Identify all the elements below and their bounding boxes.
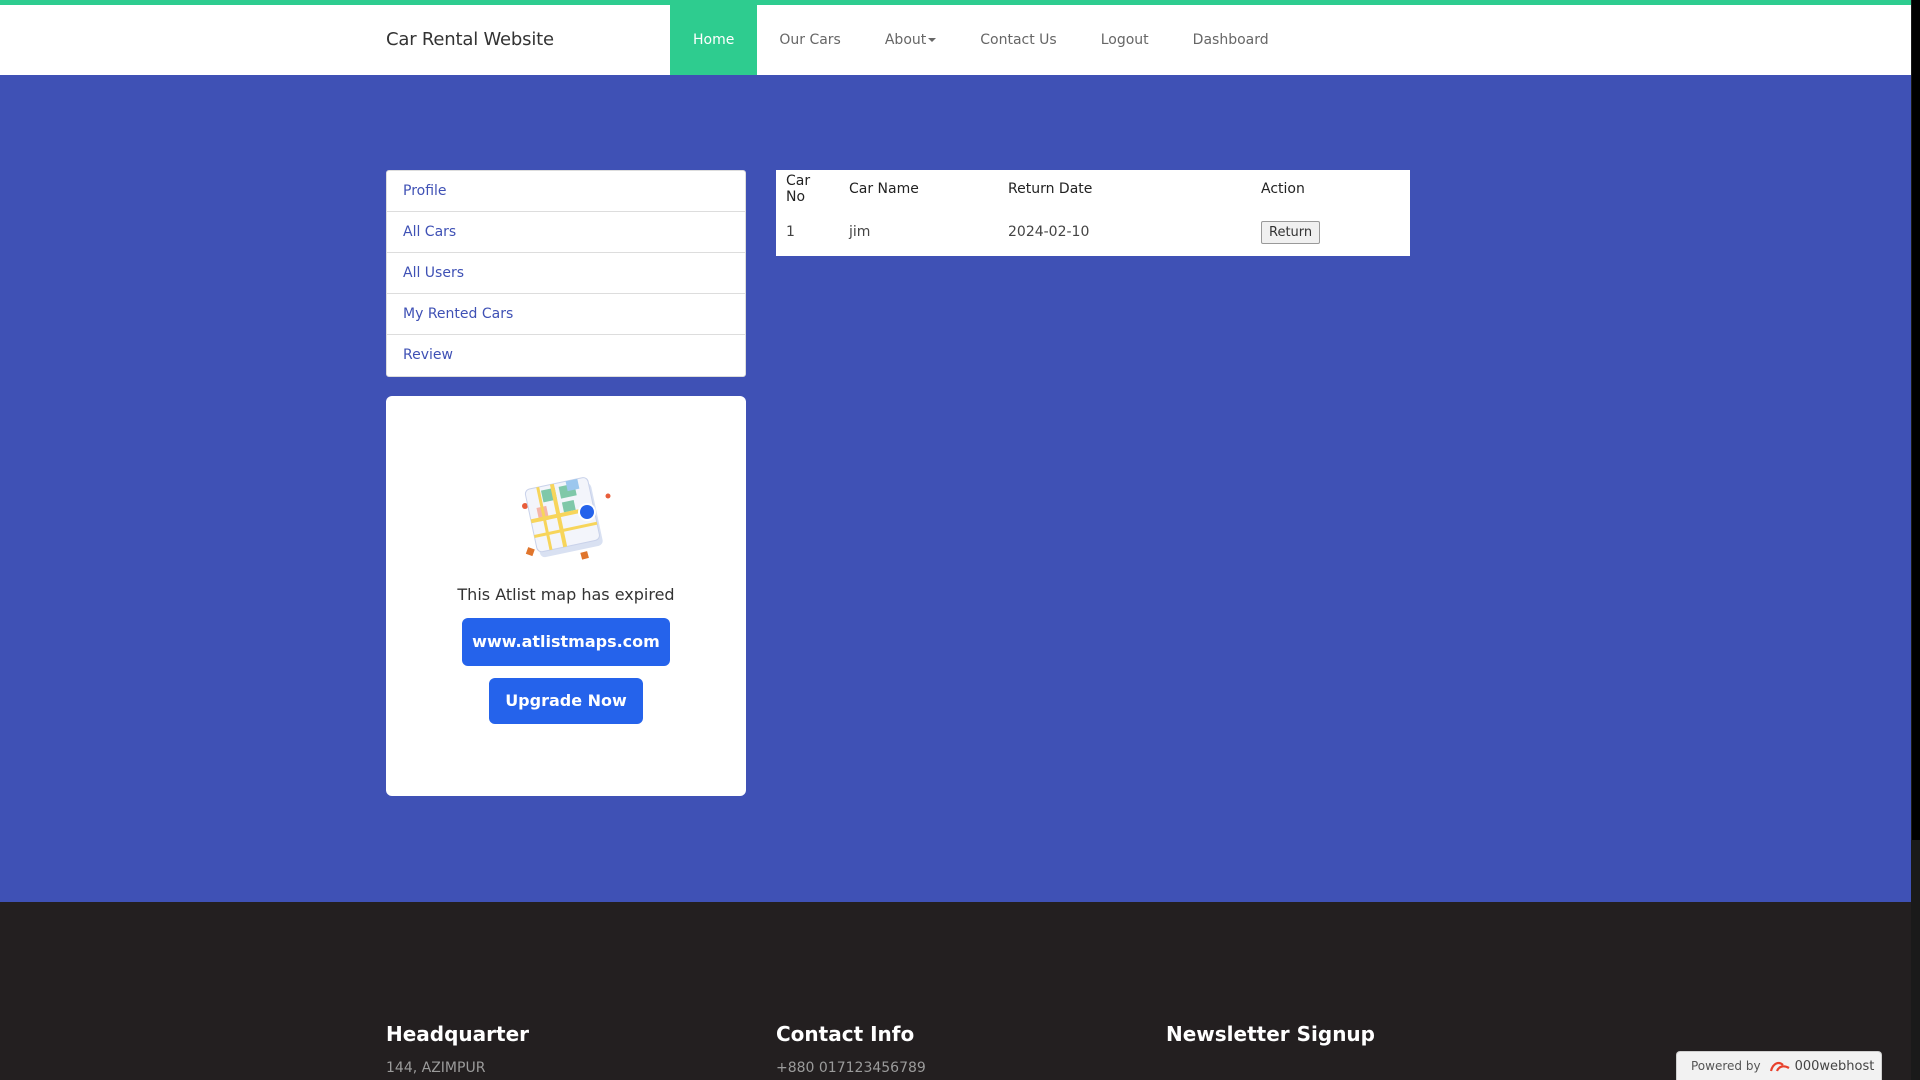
scrollbar-thumb[interactable] <box>1912 0 1920 840</box>
footer-headquarter-title: Headquarter <box>386 1022 530 1046</box>
cell-car-no: 1 <box>786 224 795 240</box>
footer-headquarter-address: 144, AZIMPUR <box>386 1060 486 1076</box>
nav-about[interactable]: About <box>863 5 958 75</box>
upgrade-now-button[interactable]: Upgrade Now <box>489 678 643 724</box>
side-item-review[interactable]: Review <box>387 335 745 376</box>
footer-contact-phone: +880 017123456789 <box>776 1060 926 1076</box>
cell-action: Return <box>1251 208 1410 256</box>
table-row: 1 jim 2024-02-10 Return <box>776 208 1410 256</box>
site-footer: Headquarter 144, AZIMPUR Contact Info +8… <box>0 902 1911 1080</box>
powered-by-label: Powered by <box>1691 1059 1761 1073</box>
header-action: Action <box>1261 181 1305 197</box>
site-brand[interactable]: Car Rental Website <box>386 5 554 75</box>
nav-contact-us[interactable]: Contact Us <box>958 5 1078 75</box>
rented-cars-table: Car No Car Name Return Date Action 1 jim… <box>776 170 1410 256</box>
header-return-date: Return Date <box>1008 181 1093 197</box>
cell-return-date: 2024-02-10 <box>1008 224 1090 240</box>
webhost-logo-icon <box>1769 1061 1790 1072</box>
side-item-profile[interactable]: Profile <box>387 171 745 212</box>
footer-newsletter: Newsletter Signup <box>1166 1022 1375 1046</box>
nav-home[interactable]: Home <box>670 5 758 75</box>
nav-our-cars[interactable]: Our Cars <box>757 5 863 75</box>
powered-by-badge[interactable]: Powered by 000webhost <box>1676 1051 1882 1080</box>
footer-contact-title: Contact Info <box>776 1022 915 1046</box>
navbar: Car Rental Website Home Our Cars About C… <box>0 5 1911 75</box>
rented-cars-panel: Car No Car Name Return Date Action 1 jim… <box>776 170 1410 256</box>
caret-down-icon <box>928 38 937 42</box>
return-button[interactable]: Return <box>1261 220 1321 244</box>
header-car-no: Car No <box>786 173 811 205</box>
side-menu: Profile All Cars All Users My Rented Car… <box>386 170 746 377</box>
map-expired-text: This Atlist map has expired <box>457 585 675 604</box>
powered-by-brand: 000webhost <box>1794 1058 1875 1074</box>
atlist-site-button[interactable]: www.atlistmaps.com <box>462 618 670 666</box>
footer-contact-info: Contact Info +880 017123456789 <box>776 1022 926 1076</box>
nav-about-label: About <box>884 32 927 48</box>
nav-dashboard[interactable]: Dashboard <box>1171 5 1291 75</box>
side-item-all-cars[interactable]: All Cars <box>387 212 745 253</box>
nav-menu: Home Our Cars About Contact Us Logout Da… <box>670 5 1291 75</box>
map-embed-card: This Atlist map has expired www.atlistma… <box>386 396 746 796</box>
table-header-row: Car No Car Name Return Date Action <box>776 170 1410 208</box>
map-illustration-icon <box>522 477 611 560</box>
footer-headquarter: Headquarter 144, AZIMPUR <box>386 1022 529 1076</box>
header-car-name: Car Name <box>849 181 919 197</box>
side-item-my-rented-cars[interactable]: My Rented Cars <box>387 294 745 335</box>
side-item-all-users[interactable]: All Users <box>387 253 745 294</box>
cell-car-name: jim <box>849 224 871 240</box>
footer-newsletter-title: Newsletter Signup <box>1166 1022 1375 1046</box>
nav-logout[interactable]: Logout <box>1079 5 1171 75</box>
